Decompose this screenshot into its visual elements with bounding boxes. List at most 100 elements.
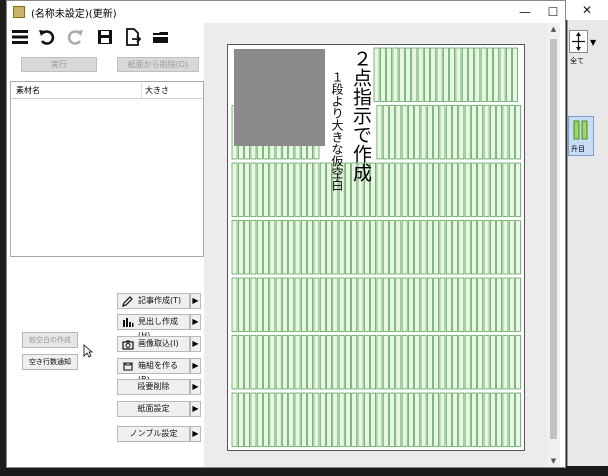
- grid-cell: [408, 392, 414, 447]
- nombre-settings-button[interactable]: ノンブル設定: [117, 426, 190, 442]
- nombre-settings-label: ノンブル設定: [129, 429, 178, 438]
- grid-cell: [301, 335, 307, 390]
- scroll-thumb[interactable]: [550, 39, 557, 439]
- column-material-name[interactable]: 素材名: [16, 85, 40, 96]
- grid-cell: [238, 220, 244, 275]
- grid-cell: [433, 105, 440, 160]
- grid-cell: [439, 392, 446, 447]
- fit-all-button[interactable]: [569, 30, 588, 53]
- camera-icon: [122, 340, 134, 350]
- window-title: (名称未設定)(更新): [31, 9, 117, 20]
- create-heading-button[interactable]: 見出し作成(H): [117, 314, 190, 340]
- grid-cell: [461, 47, 468, 102]
- grid-cell: [382, 335, 389, 390]
- execute-button[interactable]: 実行: [21, 57, 97, 72]
- grid-cell: [489, 220, 496, 275]
- newspaper-page[interactable]: [227, 44, 525, 451]
- grid-cell: [420, 162, 427, 217]
- grid-cell: [458, 105, 465, 160]
- grid-cell: [401, 162, 408, 217]
- page-settings-arrow[interactable]: ▶: [190, 401, 201, 417]
- redo-icon[interactable]: [65, 27, 85, 47]
- grid-cell: [408, 162, 414, 217]
- vertical-scrollbar[interactable]: ▲ ▼: [547, 23, 560, 467]
- grid-cell: [288, 392, 295, 447]
- grid-cell: [294, 277, 301, 332]
- create-blank-button[interactable]: 仮空白の作成: [22, 332, 78, 348]
- delete-column-arrow[interactable]: ▶: [190, 379, 201, 395]
- grid-cell: [231, 335, 238, 390]
- grid-cell: [313, 277, 320, 332]
- grid-cell: [464, 392, 471, 447]
- grid-cell: [263, 392, 269, 447]
- undo-icon[interactable]: [37, 27, 57, 47]
- grid-cell: [483, 162, 490, 217]
- material-list[interactable]: 素材名 大きさ: [10, 81, 204, 257]
- fit-dropdown-arrow[interactable]: ▼: [590, 38, 596, 47]
- grid-cell: [452, 105, 458, 160]
- import-image-arrow[interactable]: ▶: [190, 336, 201, 352]
- grid-cell: [238, 162, 244, 217]
- grid-cell: [420, 277, 427, 332]
- notify-blank-lines-button[interactable]: 空き行数通知: [22, 354, 78, 370]
- fit-all-icon: [572, 32, 585, 51]
- toolbar: [7, 23, 207, 51]
- image-placeholder[interactable]: [234, 49, 325, 146]
- grid-cell: [493, 47, 500, 102]
- maximize-button[interactable]: ☐: [539, 1, 567, 23]
- grid-cell: [389, 335, 395, 390]
- grid-cell: [427, 105, 433, 160]
- create-article-arrow[interactable]: ▶: [190, 293, 201, 309]
- grid-cell: [326, 392, 332, 447]
- export-page-icon[interactable]: [123, 27, 143, 47]
- grid-cell: [433, 220, 440, 275]
- scroll-down-arrow[interactable]: ▼: [547, 455, 560, 467]
- grid-cell: [496, 335, 503, 390]
- page-settings-button[interactable]: 紙面設定: [117, 401, 190, 417]
- grid-cell: [483, 277, 490, 332]
- grid-cell: [364, 392, 370, 447]
- import-image-button[interactable]: 画像取込(I): [117, 336, 190, 352]
- minimize-button[interactable]: —: [511, 1, 539, 23]
- grid-cell: [433, 162, 440, 217]
- grid-cell: [464, 220, 471, 275]
- grid-cell: [319, 392, 326, 447]
- grid-cell: [445, 335, 452, 390]
- remove-from-page-button[interactable]: 紙面から削除(D): [117, 57, 199, 72]
- grid-cell: [477, 335, 484, 390]
- grid-cell: [395, 162, 402, 217]
- grid-cell: [332, 392, 339, 447]
- delete-column-button[interactable]: 段要削除: [117, 379, 190, 395]
- grid-cell: [345, 277, 351, 332]
- grid-cell: [411, 47, 418, 102]
- make-box-button[interactable]: 箱組を作る(B): [117, 358, 190, 384]
- scroll-up-arrow[interactable]: ▲: [547, 23, 560, 35]
- grid-cell: [449, 47, 456, 102]
- grid-cell: [288, 162, 295, 217]
- grid-cell: [502, 392, 509, 447]
- create-article-button[interactable]: 記事作成(T): [117, 293, 190, 309]
- menu-icon[interactable]: [10, 27, 30, 47]
- grid-cell: [263, 220, 269, 275]
- grid-cell: [401, 277, 408, 332]
- headline-text[interactable]: ２点指示で作成: [343, 49, 372, 182]
- grid-cell: [420, 392, 427, 447]
- subheadline-text[interactable]: １段より大きな仮空白: [329, 71, 344, 191]
- grid-view-button[interactable]: 升目: [568, 116, 594, 156]
- grid-cell: [439, 335, 446, 390]
- create-heading-arrow[interactable]: ▶: [190, 314, 201, 330]
- grid-cell: [515, 162, 521, 217]
- grid-cell: [338, 335, 345, 390]
- column-size[interactable]: 大きさ: [145, 85, 169, 96]
- nombre-settings-arrow[interactable]: ▶: [190, 426, 201, 442]
- grid-cell: [250, 335, 257, 390]
- grid-cell: [458, 162, 465, 217]
- close-button[interactable]: ✕: [566, 0, 608, 20]
- grid-cell: [508, 105, 515, 160]
- save-icon[interactable]: [95, 27, 115, 47]
- folder-icon[interactable]: [151, 27, 171, 47]
- make-box-arrow[interactable]: ▶: [190, 358, 201, 374]
- grid-cell: [382, 162, 389, 217]
- grid-cell: [483, 220, 490, 275]
- grid-cell: [502, 162, 509, 217]
